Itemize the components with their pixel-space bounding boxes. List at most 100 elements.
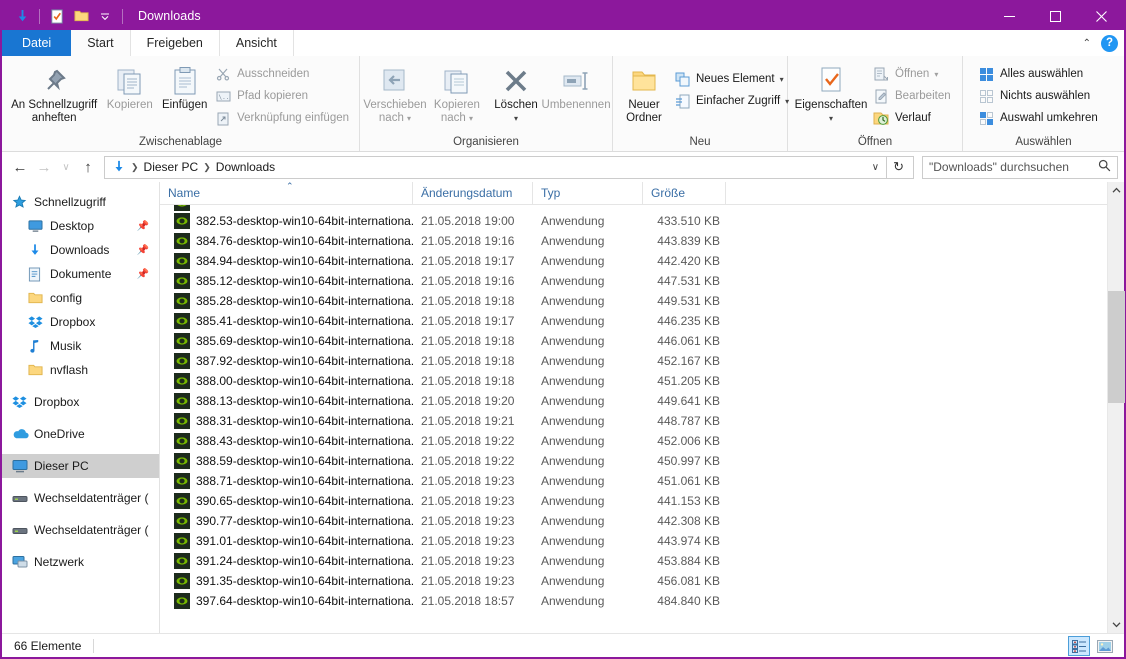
large-icons-view-button[interactable] bbox=[1094, 636, 1116, 656]
forward-button[interactable]: → bbox=[32, 155, 56, 179]
download-icon[interactable] bbox=[10, 5, 34, 27]
select-all-button[interactable]: Alles auswählen bbox=[975, 63, 1104, 85]
table-row[interactable]: 382.53-desktop-win10-64bit-internationa.… bbox=[160, 211, 1107, 231]
sidebar-item-dropbox-quick[interactable]: Dropbox bbox=[2, 310, 159, 334]
sidebar-item-wechseldatentraeger-1[interactable]: Wechseldatenträger ( bbox=[2, 486, 159, 510]
file-size-cell: 447.531 KB bbox=[657, 274, 720, 288]
pin-icon[interactable]: 📌 bbox=[137, 221, 149, 232]
move-to-button[interactable]: Verschieben nach ▾ bbox=[363, 60, 427, 125]
scroll-up-button[interactable] bbox=[1108, 182, 1125, 199]
search-box[interactable]: "Downloads" durchsuchen bbox=[922, 155, 1118, 179]
table-row[interactable]: 391.24-desktop-win10-64bit-internationa.… bbox=[160, 551, 1107, 571]
pin-to-quick-access-button[interactable]: An Schnellzugriff anheften bbox=[6, 60, 102, 125]
table-row[interactable]: 384.76-desktop-win10-64bit-internationa.… bbox=[160, 231, 1107, 251]
nvidia-icon bbox=[174, 213, 190, 229]
table-row[interactable]: 390.65-desktop-win10-64bit-internationa.… bbox=[160, 491, 1107, 511]
sidebar-item-netzwerk[interactable]: Netzwerk bbox=[2, 550, 159, 574]
pin-icon[interactable]: 📌 bbox=[137, 269, 149, 280]
tab-ansicht[interactable]: Ansicht bbox=[219, 30, 294, 56]
up-button[interactable]: ↑ bbox=[76, 155, 100, 179]
pin-icon[interactable]: 📌 bbox=[137, 245, 149, 256]
properties-button[interactable]: Eigenschaften ▾ bbox=[792, 60, 870, 125]
table-row[interactable]: 385.12-desktop-win10-64bit-internationa.… bbox=[160, 271, 1107, 291]
copy-button[interactable]: Kopieren bbox=[102, 60, 157, 112]
table-row[interactable]: 397.64-desktop-win10-64bit-internationa.… bbox=[160, 591, 1107, 611]
minimize-button[interactable] bbox=[986, 2, 1032, 30]
edit-button[interactable]: Bearbeiten bbox=[870, 85, 957, 107]
sidebar-item-nvflash[interactable]: nvflash bbox=[2, 358, 159, 382]
scrollbar-thumb[interactable] bbox=[1107, 291, 1125, 403]
address-dropdown-icon[interactable]: ∨ bbox=[865, 162, 886, 173]
sidebar-item-onedrive[interactable]: OneDrive bbox=[2, 422, 159, 446]
delete-button[interactable]: Löschen ▾ bbox=[488, 60, 544, 125]
table-row[interactable]: 385.41-desktop-win10-64bit-internationa.… bbox=[160, 311, 1107, 331]
sidebar-item-downloads[interactable]: Downloads 📌 bbox=[2, 238, 159, 262]
address-path-box[interactable]: ❯ Dieser PC ❯ Downloads ∨ ↻ bbox=[104, 155, 914, 179]
table-row[interactable]: 388.31-desktop-win10-64bit-internationa.… bbox=[160, 411, 1107, 431]
column-header-date[interactable]: Änderungsdatum bbox=[413, 181, 533, 205]
refresh-icon[interactable]: ↻ bbox=[886, 156, 910, 178]
breadcrumb-dieser-pc[interactable]: Dieser PC bbox=[140, 158, 203, 177]
copy-to-button[interactable]: Kopieren nach ▾ bbox=[426, 60, 488, 125]
table-row[interactable]: 391.35-desktop-win10-64bit-internationa.… bbox=[160, 571, 1107, 591]
history-icon bbox=[872, 109, 890, 127]
search-icon[interactable] bbox=[1098, 159, 1111, 175]
sidebar-item-wechseldatentraeger-2[interactable]: Wechseldatenträger ( bbox=[2, 518, 159, 542]
chevron-down-icon[interactable] bbox=[93, 5, 117, 27]
close-button[interactable] bbox=[1078, 2, 1124, 30]
new-item-button[interactable]: Neues Element ▾ bbox=[671, 68, 795, 90]
vertical-scrollbar[interactable] bbox=[1107, 182, 1125, 633]
new-folder-button[interactable]: Neuer Ordner bbox=[617, 60, 671, 125]
recent-locations-button[interactable]: ∨ bbox=[56, 155, 76, 179]
breadcrumb-icon[interactable] bbox=[108, 158, 130, 177]
file-name-cell: 385.12-desktop-win10-64bit-internationa.… bbox=[160, 273, 413, 289]
help-icon[interactable]: ? bbox=[1101, 34, 1118, 52]
sidebar-item-musik[interactable]: Musik bbox=[2, 334, 159, 358]
sidebar-item-dokumente[interactable]: Dokumente 📌 bbox=[2, 262, 159, 286]
history-button[interactable]: Verlauf bbox=[870, 107, 957, 129]
table-row[interactable]: 388.00-desktop-win10-64bit-internationa.… bbox=[160, 371, 1107, 391]
column-header-name[interactable]: ⌃ Name bbox=[160, 181, 413, 205]
scroll-down-button[interactable] bbox=[1108, 616, 1125, 633]
file-type-cell: Anwendung bbox=[541, 494, 605, 508]
navigation-pane[interactable]: Schnellzugriff Desktop 📌 Downloads 📌 Dok… bbox=[2, 182, 160, 633]
table-row[interactable]: 385.69-desktop-win10-64bit-internationa.… bbox=[160, 331, 1107, 351]
column-header-size[interactable]: Größe bbox=[643, 181, 726, 205]
paste-button[interactable]: Einfügen bbox=[157, 60, 212, 112]
sidebar-item-dieser-pc[interactable]: Dieser PC bbox=[2, 454, 159, 478]
invert-selection-button[interactable]: Auswahl umkehren bbox=[975, 107, 1104, 129]
scrollbar-track[interactable] bbox=[1107, 199, 1125, 616]
details-view-button[interactable] bbox=[1068, 636, 1090, 656]
sidebar-item-schnellzugriff[interactable]: Schnellzugriff bbox=[2, 190, 159, 214]
table-row[interactable]: 388.71-desktop-win10-64bit-internationa.… bbox=[160, 471, 1107, 491]
folder-icon[interactable] bbox=[69, 5, 93, 27]
tab-datei[interactable]: Datei bbox=[2, 30, 72, 56]
cut-button[interactable]: Ausschneiden bbox=[212, 63, 355, 85]
table-row[interactable]: 388.59-desktop-win10-64bit-internationa.… bbox=[160, 451, 1107, 471]
table-row[interactable]: 388.43-desktop-win10-64bit-internationa.… bbox=[160, 431, 1107, 451]
table-row[interactable]: 390.77-desktop-win10-64bit-internationa.… bbox=[160, 511, 1107, 531]
file-rows[interactable]: 382.53-desktop-win10-64bit-internationa.… bbox=[160, 205, 1107, 633]
paste-shortcut-button[interactable]: Verknüpfung einfügen bbox=[212, 107, 355, 129]
column-header-type[interactable]: Typ bbox=[533, 181, 643, 205]
easy-access-button[interactable]: Einfacher Zugriff ▾ bbox=[671, 90, 795, 112]
breadcrumb-downloads[interactable]: Downloads bbox=[212, 158, 279, 177]
table-row[interactable]: 387.92-desktop-win10-64bit-internationa.… bbox=[160, 351, 1107, 371]
tab-start[interactable]: Start bbox=[71, 30, 131, 56]
sidebar-item-desktop[interactable]: Desktop 📌 bbox=[2, 214, 159, 238]
copy-path-button[interactable]: \.. Pfad kopieren bbox=[212, 85, 355, 107]
back-button[interactable]: ← bbox=[8, 155, 32, 179]
checklist-icon[interactable] bbox=[45, 5, 69, 27]
select-none-button[interactable]: Nichts auswählen bbox=[975, 85, 1104, 107]
maximize-button[interactable] bbox=[1032, 2, 1078, 30]
table-row[interactable]: 384.94-desktop-win10-64bit-internationa.… bbox=[160, 251, 1107, 271]
sidebar-item-dropbox[interactable]: Dropbox bbox=[2, 390, 159, 414]
rename-button[interactable]: Umbenennen bbox=[542, 60, 611, 112]
table-row[interactable]: 391.01-desktop-win10-64bit-internationa.… bbox=[160, 531, 1107, 551]
collapse-ribbon-icon[interactable]: ⌃ bbox=[1075, 38, 1099, 49]
table-row[interactable]: 385.28-desktop-win10-64bit-internationa.… bbox=[160, 291, 1107, 311]
table-row[interactable]: 388.13-desktop-win10-64bit-internationa.… bbox=[160, 391, 1107, 411]
sidebar-item-config[interactable]: config bbox=[2, 286, 159, 310]
tab-freigeben[interactable]: Freigeben bbox=[130, 30, 220, 56]
open-button[interactable]: Öffnen ▾ bbox=[870, 63, 957, 85]
